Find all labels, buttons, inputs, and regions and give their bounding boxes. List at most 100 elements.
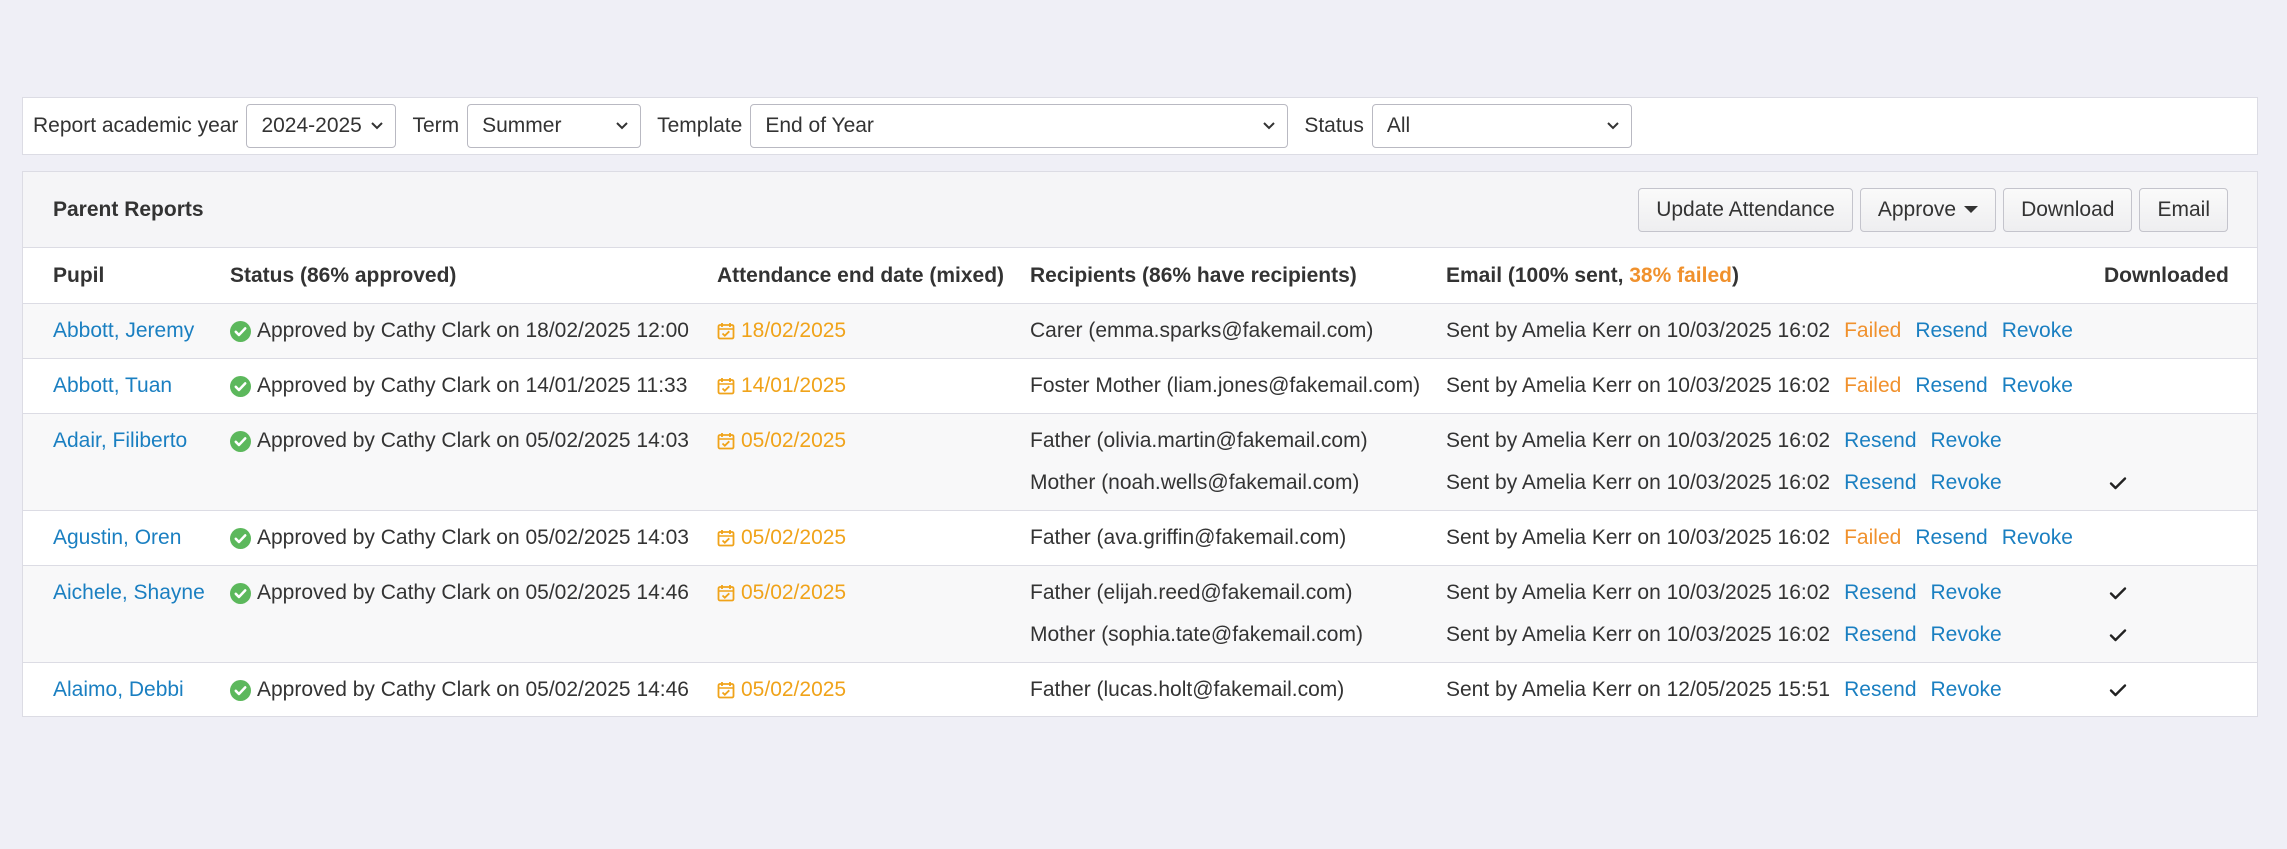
pupil-link[interactable]: Agustin, Oren [53, 517, 181, 559]
header-email[interactable]: Email (100% sent, 38% failed) [1446, 248, 2104, 304]
resend-link[interactable]: Resend [1915, 365, 1987, 407]
header-email-failed: 38% failed [1629, 263, 1732, 287]
check-icon [2109, 477, 2127, 490]
check-circle-icon [230, 375, 251, 397]
template-select[interactable]: End of Year [750, 104, 1289, 148]
attendance-end-date: 18/02/2025 [717, 310, 1030, 352]
approve-button[interactable]: Approve [1859, 187, 1997, 232]
resend-link[interactable]: Resend [1844, 669, 1916, 711]
approve-button-label: Approve [1877, 197, 1957, 221]
revoke-link[interactable]: Revoke [2002, 365, 2073, 407]
panel-actions: Update Attendance Approve Download Email [1631, 187, 2228, 232]
update-attendance-button[interactable]: Update Attendance [1638, 187, 1853, 232]
approval-status: Approved by Cathy Clark on 05/02/2025 14… [230, 420, 717, 462]
approval-status-text: Approved by Cathy Clark on 05/02/2025 14… [257, 526, 689, 549]
pupil-link[interactable]: Aichele, Shayne [53, 572, 205, 614]
email-failed-label: Failed [1844, 526, 1902, 549]
calendar-check-icon [717, 433, 735, 450]
attendance-end-date: 05/02/2025 [717, 669, 1030, 711]
approval-status-text: Approved by Cathy Clark on 14/01/2025 11… [257, 374, 688, 397]
check-circle-icon [230, 430, 251, 452]
revoke-link[interactable]: Revoke [2002, 517, 2073, 559]
email-status: Sent by Amelia Kerr on 10/03/2025 16:02 F… [1446, 365, 2104, 407]
revoke-link[interactable]: Revoke [1931, 462, 2002, 504]
revoke-link[interactable]: Revoke [1931, 614, 2002, 656]
attendance-date-text: 05/02/2025 [741, 581, 847, 604]
approval-status-text: Approved by Cathy Clark on 05/02/2025 14… [257, 678, 689, 701]
check-circle-icon [230, 679, 251, 701]
pupil-link[interactable]: Abbott, Tuan [53, 365, 172, 407]
recipient: Carer (emma.sparks@fakemail.com) [1030, 319, 1374, 342]
email-status: Sent by Amelia Kerr on 10/03/2025 16:02 R… [1446, 462, 2104, 504]
check-icon [2109, 587, 2127, 600]
downloaded-indicator [2104, 365, 2257, 407]
revoke-link[interactable]: Revoke [1931, 572, 2002, 614]
email-sent-text: Sent by Amelia Kerr on 12/05/2025 15:51 [1446, 678, 1831, 701]
download-button[interactable]: Download [2003, 187, 2133, 232]
email-status: Sent by Amelia Kerr on 10/03/2025 16:02 F… [1446, 310, 2104, 352]
year-label: Report academic year [33, 114, 239, 137]
resend-link[interactable]: Resend [1915, 517, 1987, 559]
check-circle-icon [230, 320, 251, 342]
approval-status: Approved by Cathy Clark on 05/02/2025 14… [230, 669, 717, 711]
header-email-suffix: ) [1731, 263, 1739, 287]
recipient: Father (olivia.martin@fakemail.com) [1030, 429, 1368, 452]
calendar-check-icon [717, 378, 735, 395]
calendar-check-icon [717, 682, 735, 699]
recipient: Mother (noah.wells@fakemail.com) [1030, 471, 1360, 494]
status-select[interactable]: All [1371, 104, 1632, 148]
recipient: Father (elijah.reed@fakemail.com) [1030, 581, 1353, 604]
downloaded-indicator [2104, 420, 2257, 462]
revoke-link[interactable]: Revoke [1931, 420, 2002, 462]
approval-status: Approved by Cathy Clark on 14/01/2025 11… [230, 365, 717, 407]
email-sent-text: Sent by Amelia Kerr on 10/03/2025 16:02 [1446, 319, 1831, 342]
caret-down-icon [1964, 206, 1979, 213]
calendar-check-icon [717, 530, 735, 547]
check-icon [2109, 629, 2127, 642]
approval-status: Approved by Cathy Clark on 05/02/2025 14… [230, 572, 717, 614]
check-circle-icon [230, 527, 251, 549]
email-button[interactable]: Email [2139, 187, 2228, 232]
downloaded-indicator [2104, 517, 2257, 559]
term-label: Term [412, 114, 460, 137]
revoke-link[interactable]: Revoke [1931, 669, 2002, 711]
year-select[interactable]: 2024-2025 [246, 104, 397, 148]
calendar-check-icon [717, 585, 735, 602]
pupil-link[interactable]: Abbott, Jeremy [53, 310, 194, 352]
header-status[interactable]: Status (86% approved) [230, 248, 717, 304]
revoke-link[interactable]: Revoke [2002, 310, 2073, 352]
calendar-check-icon [717, 323, 735, 340]
header-pupil[interactable]: Pupil [23, 248, 230, 304]
email-status: Sent by Amelia Kerr on 12/05/2025 15:51 R… [1446, 669, 2104, 711]
resend-link[interactable]: Resend [1915, 310, 1987, 352]
pupil-link[interactable]: Alaimo, Debbi [53, 669, 184, 711]
approval-status: Approved by Cathy Clark on 05/02/2025 14… [230, 517, 717, 559]
filter-bar: Report academic year 2024-2025 Term Summ… [22, 97, 2258, 155]
resend-link[interactable]: Resend [1844, 462, 1916, 504]
table-row: Agustin, Oren Approved by Cathy Clark on … [23, 511, 2257, 566]
header-downloaded[interactable]: Downloaded [2104, 248, 2257, 304]
table-row: Abbott, Jeremy Approved by Cathy Clark on… [23, 303, 2257, 359]
header-attendance[interactable]: Attendance end date (mixed) [717, 248, 1030, 304]
term-select[interactable]: Summer [467, 104, 642, 148]
downloaded-indicator [2104, 614, 2257, 656]
resend-link[interactable]: Resend [1844, 614, 1916, 656]
header-email-prefix: Email (100% sent, [1446, 263, 1630, 287]
recipient: Foster Mother (liam.jones@fakemail.com) [1030, 374, 1421, 397]
email-sent-text: Sent by Amelia Kerr on 10/03/2025 16:02 [1446, 471, 1831, 494]
parent-reports-panel: Parent Reports Update Attendance Approve… [22, 171, 2258, 717]
email-status: Sent by Amelia Kerr on 10/03/2025 16:02 R… [1446, 572, 2104, 614]
header-recipients[interactable]: Recipients (86% have recipients) [1030, 248, 1446, 304]
chevron-down-icon [371, 122, 384, 130]
pupil-link[interactable]: Adair, Filiberto [53, 420, 187, 462]
panel-header: Parent Reports Update Attendance Approve… [23, 172, 2257, 248]
attendance-end-date: 05/02/2025 [717, 517, 1030, 559]
attendance-end-date: 14/01/2025 [717, 365, 1030, 407]
template-select-value: End of Year [765, 114, 874, 137]
email-sent-text: Sent by Amelia Kerr on 10/03/2025 16:02 [1446, 526, 1831, 549]
approval-status-text: Approved by Cathy Clark on 05/02/2025 14… [257, 581, 689, 604]
attendance-end-date: 05/02/2025 [717, 420, 1030, 462]
resend-link[interactable]: Resend [1844, 572, 1916, 614]
resend-link[interactable]: Resend [1844, 420, 1916, 462]
email-failed-label: Failed [1844, 319, 1902, 342]
